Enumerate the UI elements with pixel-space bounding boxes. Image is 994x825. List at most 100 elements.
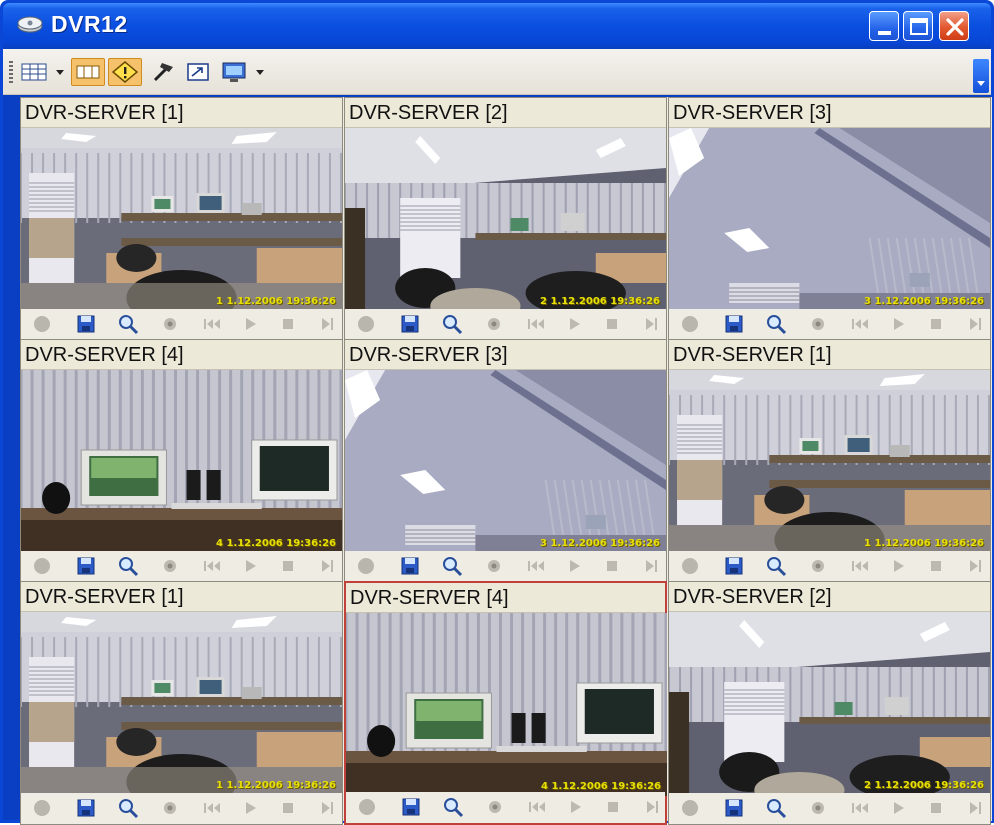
save-icon[interactable] (723, 797, 745, 819)
maximize-button[interactable] (903, 11, 933, 41)
step-forward-icon[interactable] (317, 555, 339, 577)
camera-feed[interactable]: 3 1.12.2006 19:36:26 (345, 370, 666, 553)
alarm-warning-icon[interactable] (108, 58, 142, 86)
play-icon[interactable] (563, 313, 585, 335)
play-icon[interactable] (887, 797, 909, 819)
rewind-icon[interactable] (201, 313, 223, 335)
step-forward-icon[interactable] (965, 797, 987, 819)
snapshot-icon[interactable] (483, 555, 505, 577)
stop-icon[interactable] (925, 797, 947, 819)
search-icon[interactable] (442, 796, 464, 818)
camera-feed[interactable]: 3 1.12.2006 19:36:26 (669, 128, 990, 311)
save-icon[interactable] (399, 555, 421, 577)
step-forward-icon[interactable] (317, 797, 339, 819)
layout-grid-icon[interactable] (19, 58, 51, 86)
fullscreen-icon[interactable] (183, 58, 213, 86)
stop-icon[interactable] (602, 796, 624, 818)
display-split-icon[interactable] (71, 58, 105, 86)
minimize-button[interactable] (869, 11, 899, 41)
play-icon[interactable] (239, 555, 261, 577)
search-icon[interactable] (117, 555, 139, 577)
stop-icon[interactable] (277, 555, 299, 577)
rewind-icon[interactable] (849, 555, 871, 577)
close-button[interactable] (939, 11, 969, 41)
play-icon[interactable] (887, 313, 909, 335)
camera-tile[interactable]: DVR-SERVER [1] 1 1.12.2006 19:36:26 (20, 581, 343, 825)
snapshot-icon[interactable] (807, 313, 829, 335)
step-forward-icon[interactable] (641, 555, 663, 577)
record-icon[interactable] (356, 796, 378, 818)
step-forward-icon[interactable] (965, 313, 987, 335)
record-icon[interactable] (355, 313, 377, 335)
snapshot-icon[interactable] (807, 555, 829, 577)
play-icon[interactable] (563, 555, 585, 577)
record-icon[interactable] (31, 313, 53, 335)
record-icon[interactable] (355, 555, 377, 577)
rewind-icon[interactable] (849, 313, 871, 335)
camera-feed[interactable]: 2 1.12.2006 19:36:26 (345, 128, 666, 311)
camera-feed[interactable]: 4 1.12.2006 19:36:26 (21, 370, 342, 553)
camera-tile[interactable]: DVR-SERVER [2] 2 1.12.2006 19:36:26 (344, 97, 667, 341)
stop-icon[interactable] (601, 313, 623, 335)
snapshot-icon[interactable] (159, 555, 181, 577)
stop-icon[interactable] (925, 313, 947, 335)
camera-feed[interactable]: 1 1.12.2006 19:36:26 (669, 370, 990, 553)
snapshot-icon[interactable] (484, 796, 506, 818)
dropdown-arrow-icon[interactable] (53, 58, 67, 86)
save-icon[interactable] (75, 555, 97, 577)
record-icon[interactable] (679, 555, 701, 577)
camera-tile[interactable]: DVR-SERVER [2] 2 1.12.2006 19:36:26 (668, 581, 991, 825)
rewind-icon[interactable] (849, 797, 871, 819)
camera-tile[interactable]: DVR-SERVER [1] 1 1.12.2006 19:36:26 (668, 339, 991, 583)
search-icon[interactable] (765, 555, 787, 577)
search-icon[interactable] (441, 313, 463, 335)
camera-tile[interactable]: DVR-SERVER [1] 1 1.12.2006 19:36:26 (20, 97, 343, 341)
play-icon[interactable] (564, 796, 586, 818)
search-icon[interactable] (441, 555, 463, 577)
tools-hammer-icon[interactable] (149, 58, 179, 86)
record-icon[interactable] (679, 313, 701, 335)
title-bar[interactable]: DVR12 (3, 3, 991, 49)
camera-feed[interactable]: 2 1.12.2006 19:36:26 (669, 612, 990, 795)
save-icon[interactable] (399, 313, 421, 335)
step-forward-icon[interactable] (317, 313, 339, 335)
camera-tile[interactable]: DVR-SERVER [4] 4 1.12.2006 19:36:26 (20, 339, 343, 583)
step-forward-icon[interactable] (642, 796, 664, 818)
rewind-icon[interactable] (525, 555, 547, 577)
record-icon[interactable] (31, 555, 53, 577)
search-icon[interactable] (117, 313, 139, 335)
snapshot-icon[interactable] (483, 313, 505, 335)
rewind-icon[interactable] (525, 313, 547, 335)
snapshot-icon[interactable] (159, 313, 181, 335)
save-icon[interactable] (723, 313, 745, 335)
step-forward-icon[interactable] (641, 313, 663, 335)
play-icon[interactable] (887, 555, 909, 577)
camera-feed[interactable]: 1 1.12.2006 19:36:26 (21, 612, 342, 795)
camera-tile[interactable]: DVR-SERVER [3] 3 1.12.2006 19:36:26 (668, 97, 991, 341)
stop-icon[interactable] (277, 797, 299, 819)
search-icon[interactable] (765, 797, 787, 819)
toolbar-grip[interactable] (9, 61, 13, 83)
stop-icon[interactable] (601, 555, 623, 577)
step-forward-icon[interactable] (965, 555, 987, 577)
stop-icon[interactable] (925, 555, 947, 577)
search-icon[interactable] (765, 313, 787, 335)
save-icon[interactable] (723, 555, 745, 577)
play-icon[interactable] (239, 313, 261, 335)
camera-tile[interactable]: DVR-SERVER [3] 3 1.12.2006 19:36:26 (344, 339, 667, 583)
dropdown-arrow-icon[interactable] (253, 58, 267, 86)
save-icon[interactable] (75, 313, 97, 335)
camera-feed[interactable]: 4 1.12.2006 19:36:26 (346, 613, 667, 796)
stop-icon[interactable] (277, 313, 299, 335)
play-icon[interactable] (239, 797, 261, 819)
save-icon[interactable] (75, 797, 97, 819)
toolbar-overflow-button[interactable] (973, 59, 989, 93)
save-icon[interactable] (400, 796, 422, 818)
record-icon[interactable] (679, 797, 701, 819)
snapshot-icon[interactable] (159, 797, 181, 819)
rewind-icon[interactable] (201, 555, 223, 577)
monitor-icon[interactable] (219, 58, 249, 86)
camera-tile[interactable]: DVR-SERVER [4] 4 1.12.2006 19:36:26 (344, 581, 667, 825)
snapshot-icon[interactable] (807, 797, 829, 819)
record-icon[interactable] (31, 797, 53, 819)
